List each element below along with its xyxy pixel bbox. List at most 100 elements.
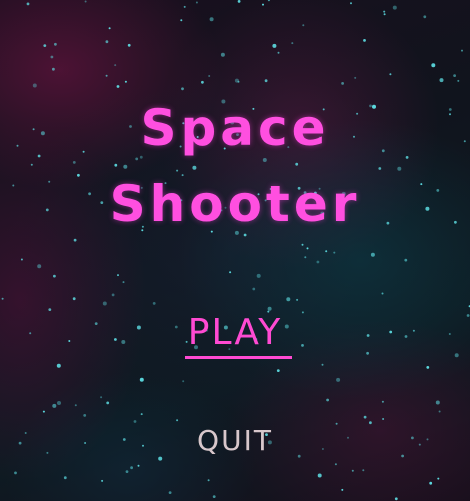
star — [277, 51, 280, 54]
star — [351, 469, 354, 472]
star — [201, 80, 204, 84]
star — [220, 52, 225, 57]
star — [301, 243, 304, 246]
play-selection-underline — [185, 356, 292, 359]
star — [256, 273, 261, 278]
star — [106, 401, 110, 405]
star — [336, 377, 341, 382]
star — [276, 369, 280, 372]
star — [116, 85, 120, 88]
star — [127, 43, 131, 47]
star — [42, 410, 45, 413]
star — [101, 479, 104, 482]
star — [114, 64, 117, 67]
star — [208, 75, 211, 77]
star — [100, 396, 103, 399]
star — [383, 10, 386, 13]
star — [117, 274, 119, 277]
star — [423, 15, 427, 19]
star — [105, 74, 108, 77]
star — [389, 73, 392, 76]
star — [370, 252, 375, 257]
star — [72, 161, 76, 164]
star — [334, 463, 337, 466]
star — [1, 297, 4, 300]
star — [431, 63, 436, 68]
star — [130, 466, 134, 470]
star — [243, 233, 247, 237]
star — [438, 410, 441, 413]
star — [140, 413, 143, 416]
star — [229, 271, 232, 274]
star — [102, 301, 107, 306]
star — [57, 401, 61, 405]
star — [397, 166, 402, 171]
star — [26, 2, 30, 6]
star — [295, 162, 299, 166]
main-menu-screen: Space Shooter PLAY QUIT — [0, 0, 470, 501]
star — [383, 13, 386, 16]
star — [325, 250, 328, 253]
star — [207, 479, 210, 482]
star — [437, 477, 440, 480]
star — [453, 74, 456, 77]
star — [237, 0, 241, 3]
star — [267, 0, 270, 2]
star — [426, 366, 430, 369]
star — [350, 2, 352, 5]
star — [378, 167, 382, 170]
star — [394, 497, 398, 501]
star — [341, 488, 344, 491]
star — [124, 80, 127, 83]
star — [237, 80, 240, 83]
star — [183, 5, 186, 8]
star — [461, 49, 463, 52]
star — [182, 380, 185, 383]
star — [63, 476, 67, 480]
star — [139, 377, 144, 382]
star — [272, 43, 277, 48]
star — [362, 469, 365, 472]
star — [72, 297, 76, 301]
star — [137, 464, 140, 467]
star — [123, 164, 128, 169]
star — [52, 403, 57, 408]
star — [108, 27, 111, 30]
game-title-line1: Space — [140, 99, 330, 157]
star — [363, 39, 366, 42]
star — [50, 55, 54, 59]
play-button[interactable]: PLAY — [0, 312, 470, 354]
star — [262, 158, 267, 162]
star — [302, 24, 305, 27]
star — [429, 481, 433, 485]
star — [296, 298, 299, 301]
star — [43, 44, 47, 47]
star — [306, 247, 309, 250]
star — [381, 400, 384, 403]
star — [382, 418, 385, 420]
star — [286, 297, 291, 302]
star — [48, 308, 52, 311]
star — [14, 471, 17, 475]
star — [20, 258, 23, 261]
star — [363, 415, 367, 419]
star — [435, 400, 440, 405]
star — [176, 169, 179, 172]
star — [252, 287, 256, 291]
star — [291, 42, 294, 45]
star — [209, 17, 214, 22]
star — [180, 19, 183, 22]
quit-button[interactable]: QUIT — [0, 424, 470, 458]
star — [37, 264, 42, 269]
star — [267, 306, 272, 311]
star — [381, 292, 384, 295]
star — [333, 251, 336, 254]
star — [321, 363, 324, 366]
star — [317, 473, 322, 478]
star — [404, 258, 408, 262]
star — [152, 302, 156, 305]
star — [304, 256, 307, 259]
star — [32, 83, 37, 88]
star — [392, 5, 397, 10]
star — [457, 79, 460, 82]
